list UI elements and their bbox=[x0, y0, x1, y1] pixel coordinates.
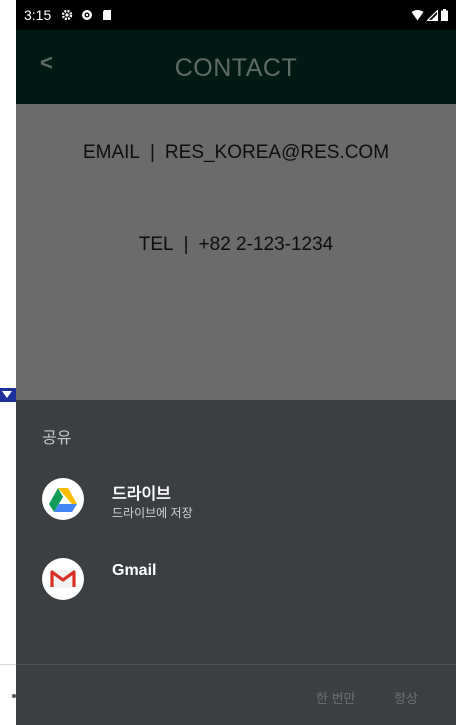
signal-icon bbox=[427, 9, 438, 21]
settings-icon bbox=[62, 9, 73, 21]
email-value[interactable]: RES_KOREA@RES.COM bbox=[165, 142, 389, 163]
app-bar: < CONTACT bbox=[16, 30, 456, 104]
status-right-group bbox=[411, 9, 448, 21]
wifi-icon bbox=[411, 9, 424, 20]
right-edge-background bbox=[456, 0, 462, 725]
share-option-subtitle: 드라이브에 저장 bbox=[112, 506, 193, 520]
battery-icon bbox=[441, 9, 448, 21]
sheet-divider bbox=[16, 664, 456, 665]
dropdown-triangle-icon bbox=[2, 391, 12, 398]
phone-screen: 3:15 < CONTACT EMAIL | RES_KOREA@RES.COM… bbox=[16, 0, 456, 725]
tel-value[interactable]: +82 2-123-1234 bbox=[199, 234, 334, 255]
share-option-name: 드라이브 bbox=[112, 486, 171, 503]
email-label: EMAIL bbox=[82, 142, 140, 163]
gmail-icon bbox=[42, 558, 84, 600]
tel-label: TEL bbox=[138, 234, 174, 255]
left-edge-background bbox=[0, 0, 16, 725]
sd-card-icon bbox=[103, 10, 112, 20]
email-separator: | bbox=[149, 142, 155, 163]
share-option-drive[interactable]: 드라이브 드라이브에 저장 bbox=[16, 478, 456, 538]
share-option-name: Gmail bbox=[112, 562, 157, 579]
share-sheet: 공유 드라이브 드라이브에 저장 Gmail 한 번만 항상 bbox=[16, 400, 456, 725]
tel-row: TEL | +82 2-123-1234 bbox=[16, 234, 456, 256]
status-time: 3:15 bbox=[24, 7, 52, 23]
contact-content: EMAIL | RES_KOREA@RES.COM TEL | +82 2-123-12… bbox=[16, 104, 456, 404]
status-bar: 3:15 bbox=[16, 0, 456, 30]
tel-separator: | bbox=[183, 234, 189, 255]
just-once-button[interactable]: 한 번만 bbox=[316, 688, 356, 707]
google-drive-icon bbox=[42, 478, 84, 520]
background-divider bbox=[0, 664, 16, 665]
page-title: CONTACT bbox=[174, 54, 298, 82]
email-row: EMAIL | RES_KOREA@RES.COM bbox=[16, 142, 456, 164]
vpn-icon bbox=[82, 10, 93, 20]
share-option-gmail[interactable]: Gmail bbox=[16, 558, 456, 618]
share-sheet-title: 공유 bbox=[42, 430, 72, 447]
background-notification-strip bbox=[0, 388, 16, 402]
always-button[interactable]: 항상 bbox=[394, 688, 418, 707]
